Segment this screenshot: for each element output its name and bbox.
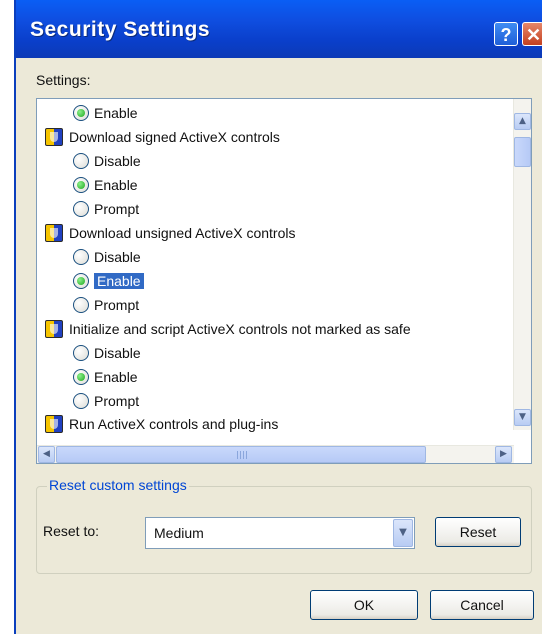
setting-option[interactable]: Disable xyxy=(73,341,141,365)
reset-level-value: Medium xyxy=(154,525,204,541)
reset-group-legend: Reset custom settings xyxy=(47,477,189,493)
radio-button[interactable] xyxy=(73,345,89,361)
radio-button[interactable] xyxy=(73,153,89,169)
radio-button[interactable] xyxy=(73,249,89,265)
setting-option[interactable]: Enable xyxy=(73,173,138,197)
category-label: Download signed ActiveX controls xyxy=(69,129,280,145)
help-button[interactable]: ? xyxy=(494,22,518,46)
cancel-button[interactable]: Cancel xyxy=(430,590,534,620)
radio-button[interactable] xyxy=(73,273,89,289)
settings-tree[interactable]: Enable Download signed ActiveX controls Di… xyxy=(36,98,532,464)
reset-custom-settings-group: Reset custom settings Reset to: Medium ▼… xyxy=(36,477,532,574)
setting-category: Run ActiveX controls and plug-ins xyxy=(45,412,278,436)
option-label: Disable xyxy=(94,345,141,361)
setting-option[interactable]: Prompt xyxy=(73,389,139,413)
radio-button[interactable] xyxy=(73,201,89,217)
dialog-title: Security Settings xyxy=(30,18,211,41)
scroll-down-button[interactable]: ▼ xyxy=(514,409,531,426)
title-bar[interactable]: Security Settings ? ✕ xyxy=(16,0,542,58)
radio-button[interactable] xyxy=(73,177,89,193)
security-shield-icon xyxy=(45,415,63,433)
horizontal-scrollbar[interactable]: ◀ ▶ xyxy=(37,445,514,463)
scroll-right-button[interactable]: ▶ xyxy=(495,446,512,463)
security-settings-dialog: Security Settings ? ✕ Settings: Enable Do… xyxy=(14,0,542,634)
scroll-grip-icon xyxy=(237,451,247,459)
setting-option[interactable]: Prompt xyxy=(73,293,139,317)
scroll-left-button[interactable]: ◀ xyxy=(38,446,55,463)
category-label: Download unsigned ActiveX controls xyxy=(69,225,296,241)
radio-button[interactable] xyxy=(73,105,89,121)
security-shield-icon xyxy=(45,128,63,146)
option-label: Prompt xyxy=(94,297,140,313)
settings-label: Settings: xyxy=(36,72,91,88)
category-label: Initialize and script ActiveX controls n… xyxy=(69,321,411,337)
setting-category: Download signed ActiveX controls xyxy=(45,125,280,149)
option-label: Enable xyxy=(94,369,138,385)
setting-option[interactable]: Enable xyxy=(73,269,144,293)
setting-option[interactable]: Enable xyxy=(73,101,138,125)
radio-button[interactable] xyxy=(73,369,89,385)
radio-button[interactable] xyxy=(73,297,89,313)
vertical-scroll-thumb[interactable] xyxy=(514,137,531,167)
reset-to-label: Reset to: xyxy=(43,523,100,539)
close-button[interactable]: ✕ xyxy=(522,22,542,46)
setting-category: Initialize and script ActiveX controls n… xyxy=(45,317,411,341)
radio-button[interactable] xyxy=(73,393,89,409)
setting-option[interactable]: Disable xyxy=(73,149,141,173)
category-label: Run ActiveX controls and plug-ins xyxy=(69,416,279,432)
setting-option[interactable]: Prompt xyxy=(73,197,139,221)
option-label: Enable xyxy=(94,273,144,289)
dropdown-arrow-icon[interactable]: ▼ xyxy=(393,519,413,547)
option-label: Disable xyxy=(94,153,141,169)
setting-category: Download unsigned ActiveX controls xyxy=(45,221,295,245)
security-shield-icon xyxy=(45,320,63,338)
option-label: Enable xyxy=(94,105,138,121)
security-shield-icon xyxy=(45,224,63,242)
scroll-up-button[interactable]: ▲ xyxy=(514,113,531,130)
reset-level-dropdown[interactable]: Medium ▼ xyxy=(145,517,415,549)
ok-button[interactable]: OK xyxy=(310,590,418,620)
setting-option[interactable]: Enable xyxy=(73,365,138,389)
reset-button[interactable]: Reset xyxy=(435,517,521,547)
setting-option[interactable]: Disable xyxy=(73,245,141,269)
option-label: Disable xyxy=(94,249,141,265)
vertical-scrollbar[interactable]: ▲ ▼ xyxy=(513,99,531,430)
option-label: Enable xyxy=(94,177,138,193)
option-label: Prompt xyxy=(94,201,140,217)
option-label: Prompt xyxy=(94,393,140,409)
horizontal-scroll-thumb[interactable] xyxy=(56,446,426,463)
